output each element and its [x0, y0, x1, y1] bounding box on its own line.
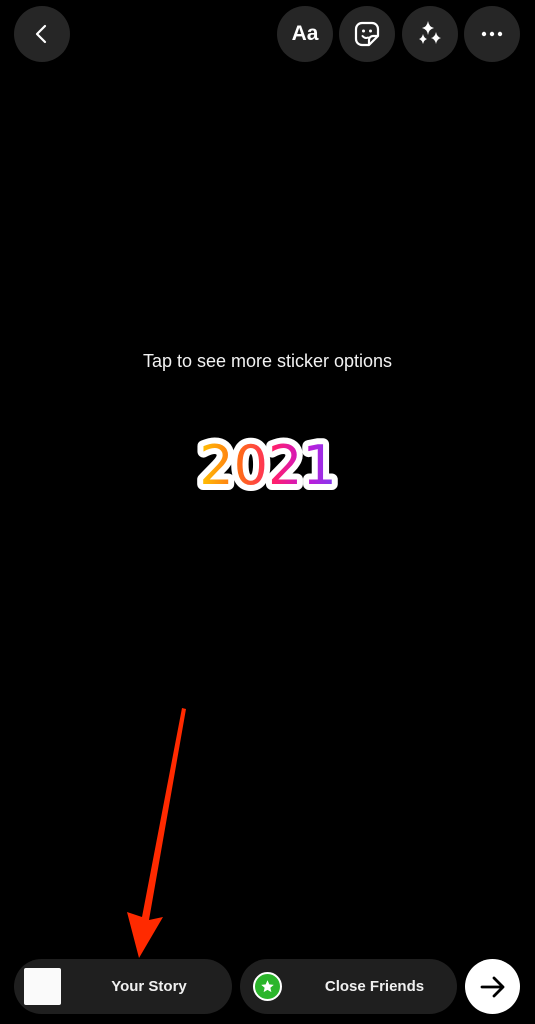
- sticker-text: 2021: [199, 434, 336, 497]
- more-options-button[interactable]: [464, 6, 520, 62]
- text-tool-label: Aa: [291, 22, 319, 45]
- send-button[interactable]: [465, 959, 520, 1014]
- annotation-arrow-shape: [127, 708, 186, 958]
- effects-button[interactable]: [402, 6, 458, 62]
- back-button[interactable]: [14, 6, 70, 62]
- your-story-button[interactable]: Your Story: [14, 959, 232, 1014]
- sticker-hint-text: Tap to see more sticker options: [142, 351, 393, 371]
- close-friends-star-icon: [253, 972, 282, 1001]
- sticker-icon: [354, 21, 380, 47]
- year-sticker[interactable]: 2021 2021: [0, 428, 535, 505]
- your-story-label: Your Story: [111, 978, 187, 995]
- annotation-arrow: [127, 708, 186, 958]
- close-friends-label: Close Friends: [324, 978, 425, 995]
- sparkles-icon: [419, 21, 441, 44]
- close-friends-button[interactable]: Close Friends: [240, 959, 457, 1014]
- arrow-right-icon: [480, 976, 504, 997]
- sticker-button[interactable]: [339, 6, 395, 62]
- chevron-left-icon: [35, 24, 47, 44]
- year-sticker-graphic: 2021 2021: [193, 428, 342, 500]
- more-horizontal-icon: [481, 31, 503, 37]
- story-thumbnail: [24, 968, 61, 1005]
- text-tool-button[interactable]: Aa: [277, 6, 333, 62]
